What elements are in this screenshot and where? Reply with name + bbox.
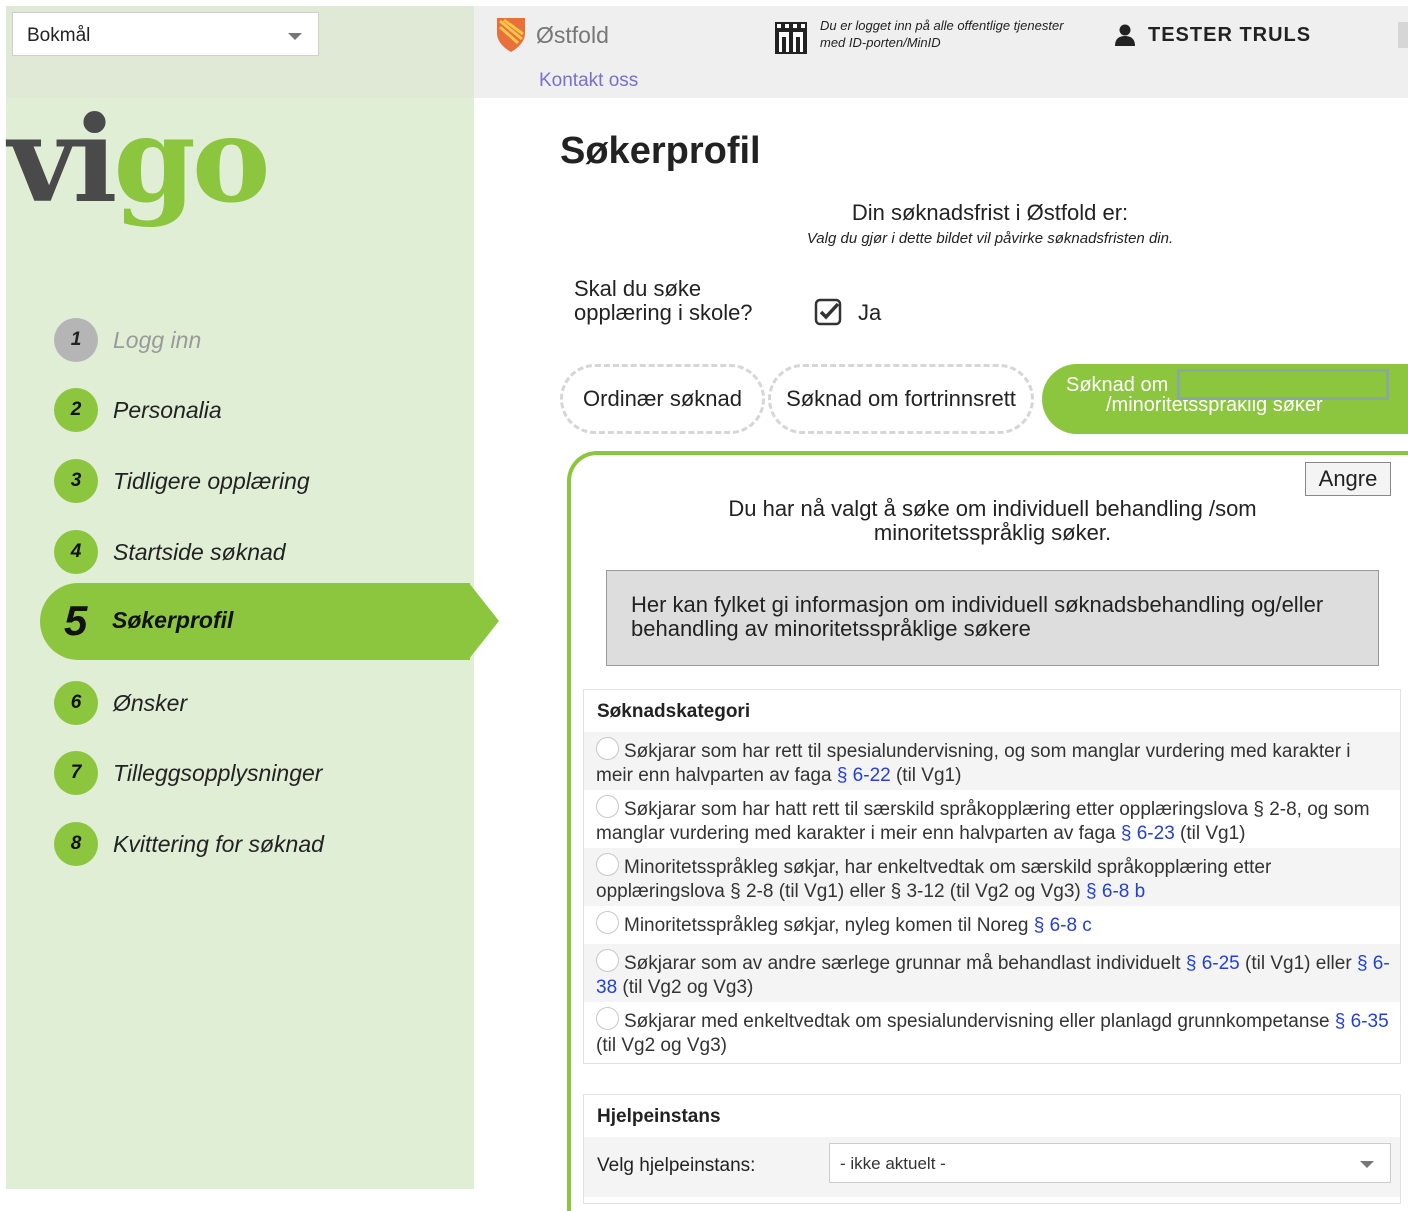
school-answer-label: Ja	[858, 300, 882, 325]
option-text: Søkjarar som har hatt rett til særskild …	[596, 799, 1370, 844]
option-suffix: (til Vg1) eller	[1239, 953, 1352, 974]
category-option[interactable]: Søkjarar med enkeltvedtak om spesialunde…	[584, 1002, 1400, 1062]
step-number: 2	[54, 388, 98, 432]
option-suffix: (til Vg2 og Vg3)	[596, 1035, 727, 1056]
step-label: Logg inn	[113, 326, 202, 353]
sidebar-step-previous-education[interactable]: 3 Tidligere opplæring	[54, 459, 310, 503]
option-suffix: (til Vg2 og Vg3)	[617, 977, 754, 998]
category-option[interactable]: Søkjarar som har rett til spesialundervi…	[584, 732, 1400, 790]
option-suffix: (til Vg1)	[890, 765, 962, 786]
language-select[interactable]: Bokmål	[12, 12, 319, 56]
header: Østfold Kontakt oss Du er logget inn på …	[474, 6, 1408, 98]
radio-button[interactable]	[596, 911, 619, 934]
category-option[interactable]: Søkjarar som har hatt rett til særskild …	[584, 790, 1400, 848]
language-value: Bokmål	[27, 25, 91, 46]
user-icon	[1115, 24, 1135, 46]
category-option[interactable]: Minoritetsspråkleg søkjar, nyleg komen t…	[584, 906, 1400, 944]
chevron-down-icon	[1360, 1161, 1374, 1168]
deadline-text: Din søknadsfrist i Østfold er:	[851, 200, 1129, 225]
tab-label: Søknad om fortrinnsrett	[786, 386, 1016, 411]
county-shield-icon	[497, 18, 525, 52]
undo-button[interactable]: Angre	[1305, 462, 1391, 496]
radio-button[interactable]	[596, 737, 619, 760]
step-number: 6	[54, 681, 98, 725]
step-label: Kvittering for søknad	[113, 830, 324, 857]
deadline-note: Valg du gjør i dette bildet vil påvirke …	[806, 230, 1174, 247]
tab-priority-application[interactable]: Søknad om fortrinnsrett	[768, 364, 1034, 434]
tab-label: Ordinær søknad	[583, 386, 742, 411]
logo-part-go: go	[113, 90, 270, 229]
step-number: 7	[54, 751, 98, 795]
option-suffix: (til Vg1)	[1174, 823, 1246, 844]
step-label: Søkerprofil	[112, 607, 234, 633]
law-link[interactable]: § 6-35	[1335, 1011, 1389, 1032]
option-text: Søkjarar som av andre særlege grunnar må…	[624, 953, 1181, 974]
category-heading: Søknadskategori	[597, 701, 751, 722]
step-number: 4	[54, 530, 98, 574]
redaction-box	[1177, 369, 1389, 400]
sidebar-step-applicant-profile[interactable]: 5 Søkerprofil	[40, 583, 499, 660]
sidebar-step-receipt[interactable]: 8 Kvittering for søknad	[54, 822, 324, 866]
login-status-text: Du er logget inn på alle offentlige tjen…	[820, 18, 1064, 50]
language-bar: Bokmål	[6, 6, 474, 98]
step-label: Ønsker	[113, 689, 188, 716]
page-title: Søkerprofil	[560, 130, 761, 172]
step-label: Tidligere opplæring	[113, 467, 310, 494]
sidebar-step-personalia[interactable]: 2 Personalia	[54, 388, 222, 432]
radio-button[interactable]	[596, 949, 619, 972]
sidebar-step-login[interactable]: 1 Logg inn	[54, 318, 201, 362]
law-link[interactable]: § 6-25	[1186, 953, 1240, 974]
sidebar-step-additional-info[interactable]: 7 Tilleggsopplysninger	[54, 751, 322, 795]
radio-button[interactable]	[596, 795, 619, 818]
vigo-logo: vigo	[8, 101, 271, 219]
help-group: Hjelpeinstans Velg hjelpeinstans: - ikke…	[583, 1094, 1401, 1204]
id-porten-icon	[775, 22, 807, 54]
logo-part-vi: vi	[8, 90, 117, 229]
sidebar-step-application-start[interactable]: 4 Startside søknad	[54, 530, 286, 574]
contact-link[interactable]: Kontakt oss	[539, 70, 638, 92]
radio-button[interactable]	[596, 853, 619, 876]
user-name[interactable]: TESTER TRULS	[1148, 24, 1311, 47]
help-select[interactable]: - ikke aktuelt -	[829, 1143, 1391, 1183]
step-number: 1	[54, 318, 98, 362]
option-text: Minoritetsspråkleg søkjar, nyleg komen t…	[624, 915, 1029, 936]
help-select-value: - ikke aktuelt -	[840, 1154, 946, 1173]
option-text: Søkjarar som har rett til spesialundervi…	[596, 741, 1351, 786]
option-text: Minoritetsspråkleg søkjar, har enkeltved…	[596, 857, 1272, 902]
category-group: Søknadskategori Søkjarar som har rett ti…	[583, 689, 1401, 1064]
option-text: Søkjarar med enkeltvedtak om spesialunde…	[624, 1011, 1330, 1032]
choice-confirmation-text: Du har nå valgt å søke om individuell be…	[728, 496, 1257, 545]
step-label: Tilleggsopplysninger	[113, 759, 323, 786]
step-number: 3	[54, 459, 98, 503]
chevron-down-icon	[288, 33, 302, 40]
category-option[interactable]: Minoritetsspråkleg søkjar, har enkeltved…	[584, 848, 1400, 906]
help-heading: Hjelpeinstans	[597, 1106, 721, 1127]
school-question: Skal du søke opplæring i skole?	[574, 276, 753, 325]
step-number: 8	[54, 822, 98, 866]
step-number: 5	[64, 597, 88, 644]
law-link[interactable]: § 6-23	[1121, 823, 1175, 844]
help-row: Velg hjelpeinstans: - ikke aktuelt -	[584, 1137, 1400, 1197]
tab-ordinary-application[interactable]: Ordinær søknad	[560, 364, 765, 434]
law-link[interactable]: § 6-22	[837, 765, 891, 786]
radio-button[interactable]	[596, 1007, 619, 1030]
step-label: Personalia	[113, 396, 222, 423]
sidebar-step-wishes[interactable]: 6 Ønsker	[54, 681, 187, 725]
county-info-box: Her kan fylket gi informasjon om individ…	[606, 570, 1379, 666]
law-link[interactable]: § 6-8 b	[1086, 881, 1145, 902]
category-option[interactable]: Søkjarar som av andre særlege grunnar må…	[584, 944, 1400, 1002]
law-link[interactable]: § 6-8 c	[1034, 915, 1092, 936]
school-checkbox[interactable]	[814, 298, 842, 326]
scrollbar[interactable]	[1398, 22, 1408, 48]
help-label: Velg hjelpeinstans:	[597, 1155, 756, 1176]
county-name: Østfold	[536, 22, 609, 48]
step-label: Startside søknad	[113, 538, 286, 565]
